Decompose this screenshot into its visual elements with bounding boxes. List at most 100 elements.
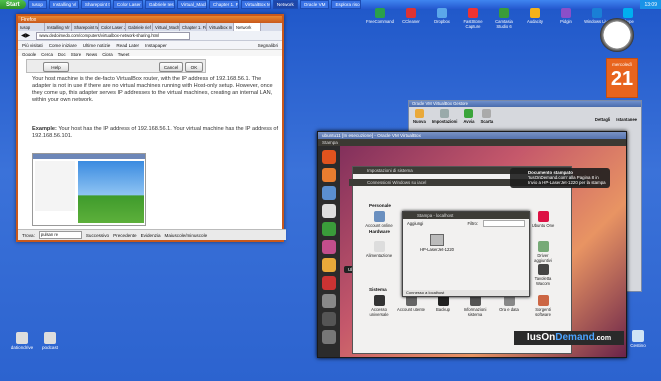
printing-window: Stampa - localhost Aggiungi Filtro: HP-L… <box>402 211 530 297</box>
cancel-button[interactable]: Cancel <box>159 62 183 72</box>
view-switch: Dettagli Istantanee <box>595 109 637 129</box>
desktop-icon[interactable]: podcast <box>32 332 68 350</box>
drivers-icon <box>537 241 549 252</box>
settings-item[interactable]: Ora e data <box>495 295 523 312</box>
writer-icon[interactable] <box>322 204 336 218</box>
browser-tab[interactable]: Iusop <box>18 23 45 31</box>
app-icon <box>375 8 385 18</box>
brand-banner: IusOnDemand.com <box>514 331 624 345</box>
taskbar-item[interactable]: Chapter 1. Fi <box>208 0 239 9</box>
software-center-icon[interactable] <box>322 258 336 272</box>
taskbar-item[interactable]: Sharepoint tw <box>80 0 111 9</box>
workspace-icon[interactable] <box>322 312 336 326</box>
browser-tab[interactable]: Virtualbox m <box>207 23 234 31</box>
power-icon <box>373 241 385 252</box>
desktop-icon[interactable]: Pidgin <box>552 8 580 29</box>
find-next-button[interactable]: Successivo <box>86 233 109 238</box>
bookmark-item[interactable]: Più visitati <box>22 43 43 48</box>
printer-item[interactable]: HP-LaserJet-1220 <box>413 234 461 252</box>
snapshots-button[interactable]: Istantanee <box>616 117 637 122</box>
taskbar-item[interactable]: Iusop <box>27 0 47 9</box>
desktop-icon[interactable]: Dropbox <box>428 8 456 29</box>
bookmark-item[interactable]: Come iniziare <box>49 43 77 48</box>
bookmark-item[interactable]: Read Later <box>116 43 139 48</box>
filter-label: Filtro: <box>467 221 478 226</box>
discard-button[interactable]: Scarta <box>480 109 493 129</box>
files-icon[interactable] <box>322 186 336 200</box>
desktop-icon[interactable]: FastStone Capture <box>459 8 487 29</box>
taskbar-item[interactable]: Oracle VM <box>299 0 330 9</box>
trash-icon[interactable] <box>322 330 336 344</box>
software-sources-icon <box>537 295 549 306</box>
settings-item[interactable]: Informazioni sistema <box>461 295 489 317</box>
settings-item[interactable]: Sorgenti software <box>529 295 557 317</box>
accessibility-icon <box>373 295 385 306</box>
settings-item[interactable]: Driver aggiuntivi <box>529 241 557 263</box>
firefox-icon[interactable] <box>322 168 336 182</box>
browser-tab[interactable]: Sharepoint tw <box>72 23 99 31</box>
app-icon <box>561 8 571 18</box>
settings-button[interactable]: Impostazioni <box>432 109 457 129</box>
desktop-icon[interactable]: Audacity <box>521 8 549 29</box>
embedded-screenshot <box>32 153 146 226</box>
taskbar-item[interactable]: Virtual_Mach <box>176 0 207 9</box>
browser-tab[interactable]: Network <box>234 23 261 31</box>
settings-item[interactable]: Tavoletta Wacom <box>529 264 557 286</box>
desktop-icon[interactable]: Camtasia Studio 6 <box>490 8 518 29</box>
taskbar-item[interactable]: VirtualBox Ma <box>240 0 271 9</box>
virtualbox-toolbar: Nuova Impostazioni Avvia Scarta Dettagli… <box>409 107 641 131</box>
bookmark-item[interactable]: Segnalibri <box>258 43 278 48</box>
settings-item[interactable]: Account utente <box>397 295 425 312</box>
bookmark-item[interactable]: Ultime notizie <box>83 43 111 48</box>
recycle-bin-icon <box>632 330 644 342</box>
taskbar-item[interactable]: Color Laser J <box>112 0 143 9</box>
ok-button[interactable]: OK <box>185 62 203 72</box>
start-button[interactable]: Start <box>0 0 26 9</box>
taskbar-item[interactable]: Gabriele Iest <box>144 0 175 9</box>
desktop-icon[interactable]: CCleaner <box>397 8 425 29</box>
settings-item[interactable]: Alimentazione <box>365 241 393 258</box>
ubuntu-one-icon[interactable] <box>322 276 336 290</box>
calc-icon[interactable] <box>322 222 336 236</box>
window-title: Stampa - localhost <box>403 212 529 219</box>
browser-tab[interactable]: Virtual_Mach <box>153 23 180 31</box>
find-input[interactable]: pulsan re <box>38 231 82 239</box>
settings-item[interactable]: Accesso universale <box>365 295 393 317</box>
app-icon <box>468 8 478 18</box>
settings-item[interactable]: Ubuntu One <box>529 211 557 228</box>
help-button[interactable]: Help <box>43 62 69 72</box>
highlight-button[interactable]: Evidenzia <box>141 233 161 238</box>
add-printer-button[interactable]: Aggiungi <box>407 221 423 226</box>
firefox-menu-button[interactable]: Firefox <box>18 16 282 23</box>
match-case-checkbox[interactable]: Maiuscole/minuscole <box>165 233 208 238</box>
taskbar-item[interactable]: Installing Vi <box>48 0 79 9</box>
calendar-gadget: mercoledì 21 <box>606 58 638 98</box>
app-icon <box>530 8 540 18</box>
impress-icon[interactable] <box>322 240 336 254</box>
dialog-buttons-row: Help Cancel OK <box>26 59 206 73</box>
filter-input[interactable] <box>483 220 525 227</box>
browser-tab[interactable]: Installing Vir <box>45 23 72 31</box>
browser-tab[interactable]: Gabriele rief <box>126 23 153 31</box>
settings-icon[interactable] <box>322 294 336 308</box>
taskbar-item[interactable]: Esplora risor <box>331 0 362 9</box>
bookmarks-toolbar: Più visitati Come iniziare Ultime notizi… <box>18 41 282 50</box>
details-button[interactable]: Dettagli <box>595 117 610 122</box>
browser-tab[interactable]: Chapter 1. Fi <box>180 23 207 31</box>
settings-item[interactable]: Backup <box>429 295 457 312</box>
firefox-window: Firefox Iusop Installing Vir Sharepoint … <box>16 14 286 242</box>
settings-item[interactable]: Account online <box>365 211 393 228</box>
url-bar[interactable]: www.dedoimedo.com/computers/virtualbox-n… <box>36 31 191 40</box>
forward-icon[interactable]: ▶ <box>26 32 31 39</box>
section-system: Sistema <box>369 287 387 292</box>
dash-icon[interactable] <box>322 150 336 164</box>
desktop-icon-row: FreeCommand CCleaner Dropbox FastStone C… <box>366 8 642 29</box>
vm-window-title: ubuntu11 [In esecuzione] - Oracle VM Vir… <box>318 132 626 139</box>
find-prev-button[interactable]: Precedente <box>113 233 137 238</box>
new-vm-button[interactable]: Nuova <box>413 109 426 129</box>
taskbar-item[interactable]: Network <box>272 0 298 9</box>
bookmark-item[interactable]: Instapaper <box>145 43 167 48</box>
desktop-icon[interactable]: FreeCommand <box>366 8 394 29</box>
start-vm-button[interactable]: Avvia <box>463 109 474 129</box>
browser-tab[interactable]: Color Laser J <box>99 23 126 31</box>
